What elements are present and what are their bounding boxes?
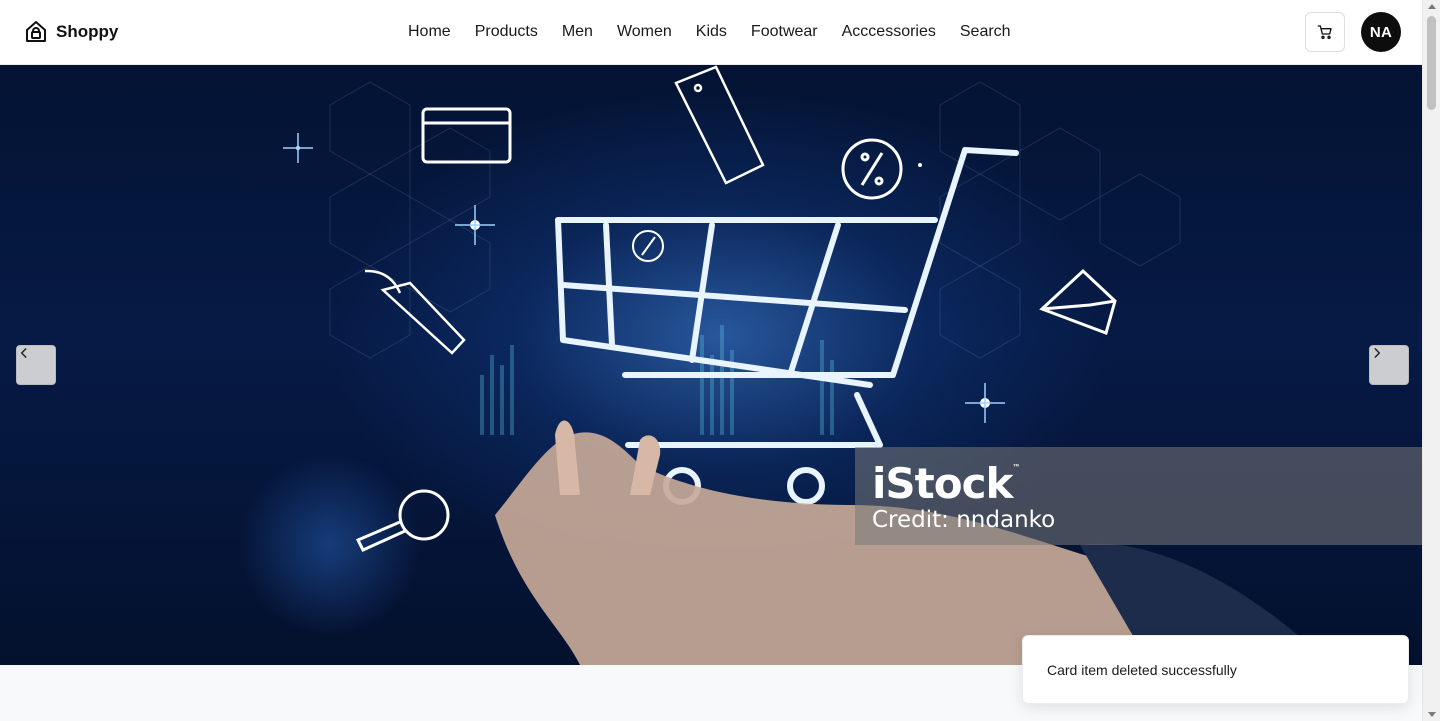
top-navbar: Shoppy Home Products Men Women Kids Foot…: [0, 0, 1422, 65]
nav-men[interactable]: Men: [550, 0, 605, 64]
cart-icon: [1317, 25, 1332, 39]
main-nav: Home Products Men Women Kids Footwear Ac…: [396, 0, 1023, 64]
nav-footwear[interactable]: Footwear: [739, 0, 830, 64]
hero-banner-image: [283, 65, 1330, 665]
nav-home[interactable]: Home: [396, 0, 463, 64]
scroll-down-arrow-icon[interactable]: [1428, 712, 1436, 717]
toast-message: Card item deleted successfully: [1047, 661, 1237, 678]
brand-name: Shoppy: [56, 22, 119, 41]
user-avatar[interactable]: NA: [1361, 12, 1401, 52]
page-scrollbar[interactable]: [1422, 0, 1440, 721]
brand-logo-link[interactable]: Shoppy: [24, 20, 118, 44]
scroll-thumb[interactable]: [1427, 16, 1436, 110]
cart-button[interactable]: [1305, 12, 1345, 52]
toast-notification: Card item deleted successfully: [1022, 635, 1409, 704]
shopping-bag-home-icon: [26, 21, 46, 42]
watermark-credit: Credit: nndanko: [872, 507, 1056, 533]
page: Shoppy Home Products Men Women Kids Foot…: [0, 0, 1440, 721]
carousel-prev-button[interactable]: [16, 345, 56, 385]
carousel-next-button[interactable]: [1369, 345, 1409, 385]
scroll-up-arrow-icon[interactable]: [1428, 4, 1436, 9]
hero-carousel: iStock™ Credit: nndanko: [0, 65, 1422, 665]
chevron-left-icon: [20, 348, 27, 358]
watermark-logo-text: iStock: [872, 459, 1013, 508]
nav-search[interactable]: Search: [948, 0, 1023, 64]
nav-accessories[interactable]: Acccessories: [830, 0, 948, 64]
watermark-logo: iStock™: [872, 459, 1020, 508]
nav-products[interactable]: Products: [463, 0, 550, 64]
chevron-right-icon: [1374, 348, 1381, 358]
nav-kids[interactable]: Kids: [684, 0, 739, 64]
watermark-tm: ™: [1012, 463, 1020, 472]
image-watermark: iStock™ Credit: nndanko: [855, 447, 1422, 545]
nav-women[interactable]: Women: [605, 0, 684, 64]
